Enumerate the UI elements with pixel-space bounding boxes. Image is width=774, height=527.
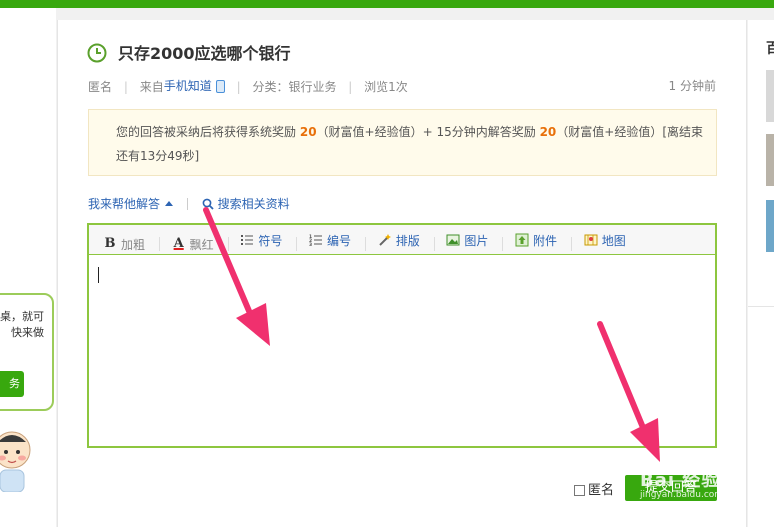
meta-source-link[interactable]: 手机知道	[164, 79, 212, 93]
search-icon	[202, 198, 214, 210]
answer-editor[interactable]: B 加粗 A 飘红 符号 1 2 3 编号 排版 图片 附件 地图	[87, 223, 717, 448]
search-related-link[interactable]: 搜索相关资料	[218, 195, 290, 213]
attach-label: 附件	[533, 233, 558, 248]
numbered-list-button[interactable]: 1 2 3 编号	[309, 225, 351, 255]
divider: |	[348, 79, 353, 94]
watermark: Bai 经验 jingyan.baidu.com	[640, 466, 723, 500]
divider	[502, 236, 504, 251]
editor-toolbar: B 加粗 A 飘红 符号 1 2 3 编号 排版 图片 附件 地图	[89, 225, 715, 255]
right-rail-title: 百	[766, 41, 774, 57]
meta-source-prefix: 来自	[139, 80, 164, 94]
right-rail: 百	[748, 20, 774, 527]
magic-wand-icon	[378, 234, 391, 246]
bold-label: 加粗	[121, 237, 146, 252]
watermark-main: Bai 经验	[640, 470, 721, 491]
help-bar: 我来帮他解答 搜索相关资料	[88, 194, 290, 212]
divider	[433, 236, 435, 251]
thumbnail[interactable]	[766, 200, 774, 252]
reward-text-c: （财富值+经验值）[离结束	[556, 125, 704, 139]
map-icon	[584, 234, 598, 246]
format-label: 排版	[395, 233, 420, 248]
map-label: 地图	[601, 233, 626, 248]
reward-value-a: 20	[299, 125, 317, 139]
question-panel: 只存2000应选哪个银行 匿名 | 来自手机知道 | 分类：银行业务 | 浏览1…	[57, 20, 747, 527]
anonymous-option[interactable]: 匿名	[574, 479, 614, 498]
reward-text-b: （财富值+经验值）+ 15分钟内解答奖励	[316, 125, 536, 139]
svg-text:3: 3	[309, 242, 312, 247]
top-nav-bar	[0, 0, 774, 8]
question-title: 只存2000应选哪个银行	[118, 44, 291, 63]
left-rail: 桌，就可 快来做 务	[0, 8, 56, 527]
bold-button[interactable]: B 加粗	[103, 229, 146, 259]
divider	[296, 236, 298, 251]
help-answer-link[interactable]: 我来帮他解答	[88, 195, 160, 213]
meta-time: 1 分钟前	[668, 79, 716, 93]
attachment-button[interactable]: 附件	[515, 225, 557, 255]
upload-icon	[515, 233, 529, 247]
divider	[186, 197, 188, 210]
reward-value-b: 20	[539, 125, 557, 139]
meta-category[interactable]: 分类：银行业务	[252, 78, 336, 95]
promo-text: 桌，就可 快来做	[0, 309, 44, 341]
bullet-label: 符号	[258, 233, 283, 248]
watermark-sub: jingyan.baidu.com	[640, 490, 724, 500]
question-meta: 匿名 | 来自手机知道 | 分类：银行业务 | 浏览1次 1 分钟前	[88, 77, 716, 95]
anonymous-label: 匿名	[588, 483, 615, 498]
divider: |	[236, 79, 241, 94]
bullet-list-button[interactable]: 符号	[240, 225, 282, 255]
map-button[interactable]: 地图	[584, 225, 626, 255]
reward-line-1: 您的回答被采纳后将获得系统奖励 20（财富值+经验值）+ 15分钟内解答奖励 2…	[116, 120, 716, 144]
divider	[570, 236, 572, 251]
text-cursor	[98, 267, 99, 283]
meta-views: 浏览1次	[364, 80, 408, 94]
promo-card: 桌，就可 快来做 务	[0, 293, 54, 411]
bullet-list-icon	[241, 235, 254, 245]
collapse-arrow-icon[interactable]	[165, 201, 174, 206]
red-highlight-button[interactable]: A 飘红	[172, 229, 214, 259]
divider	[748, 306, 774, 307]
divider	[158, 236, 160, 251]
numbered-list-icon: 123	[309, 234, 323, 247]
phone-icon	[215, 80, 225, 93]
font-color-icon: A	[173, 236, 184, 251]
reward-text-a: 您的回答被采纳后将获得系统奖励	[116, 125, 297, 139]
clock-icon	[87, 43, 107, 63]
image-icon	[446, 234, 460, 246]
reward-notice: 您的回答被采纳后将获得系统奖励 20（财富值+经验值）+ 15分钟内解答奖励 2…	[88, 109, 717, 176]
red-label: 飘红	[189, 237, 214, 252]
divider: |	[123, 79, 128, 94]
divider	[227, 236, 229, 251]
bold-icon: B	[104, 236, 116, 251]
thumbnail[interactable]	[766, 134, 774, 186]
image-button[interactable]: 图片	[446, 225, 488, 255]
promo-line-1: 桌，就可	[0, 310, 44, 323]
format-button[interactable]: 排版	[378, 225, 420, 255]
anonymous-checkbox[interactable]	[574, 485, 585, 496]
reward-line-2: 还有13分49秒]	[116, 149, 200, 163]
image-label: 图片	[464, 233, 489, 248]
divider	[364, 236, 366, 251]
number-label: 编号	[327, 233, 352, 248]
meta-anonymous: 匿名	[88, 80, 113, 94]
mascot-avatar-icon	[0, 431, 31, 492]
promo-line-2: 快来做	[11, 326, 44, 339]
promo-button[interactable]: 务	[0, 371, 24, 397]
thumbnail[interactable]	[766, 70, 774, 122]
